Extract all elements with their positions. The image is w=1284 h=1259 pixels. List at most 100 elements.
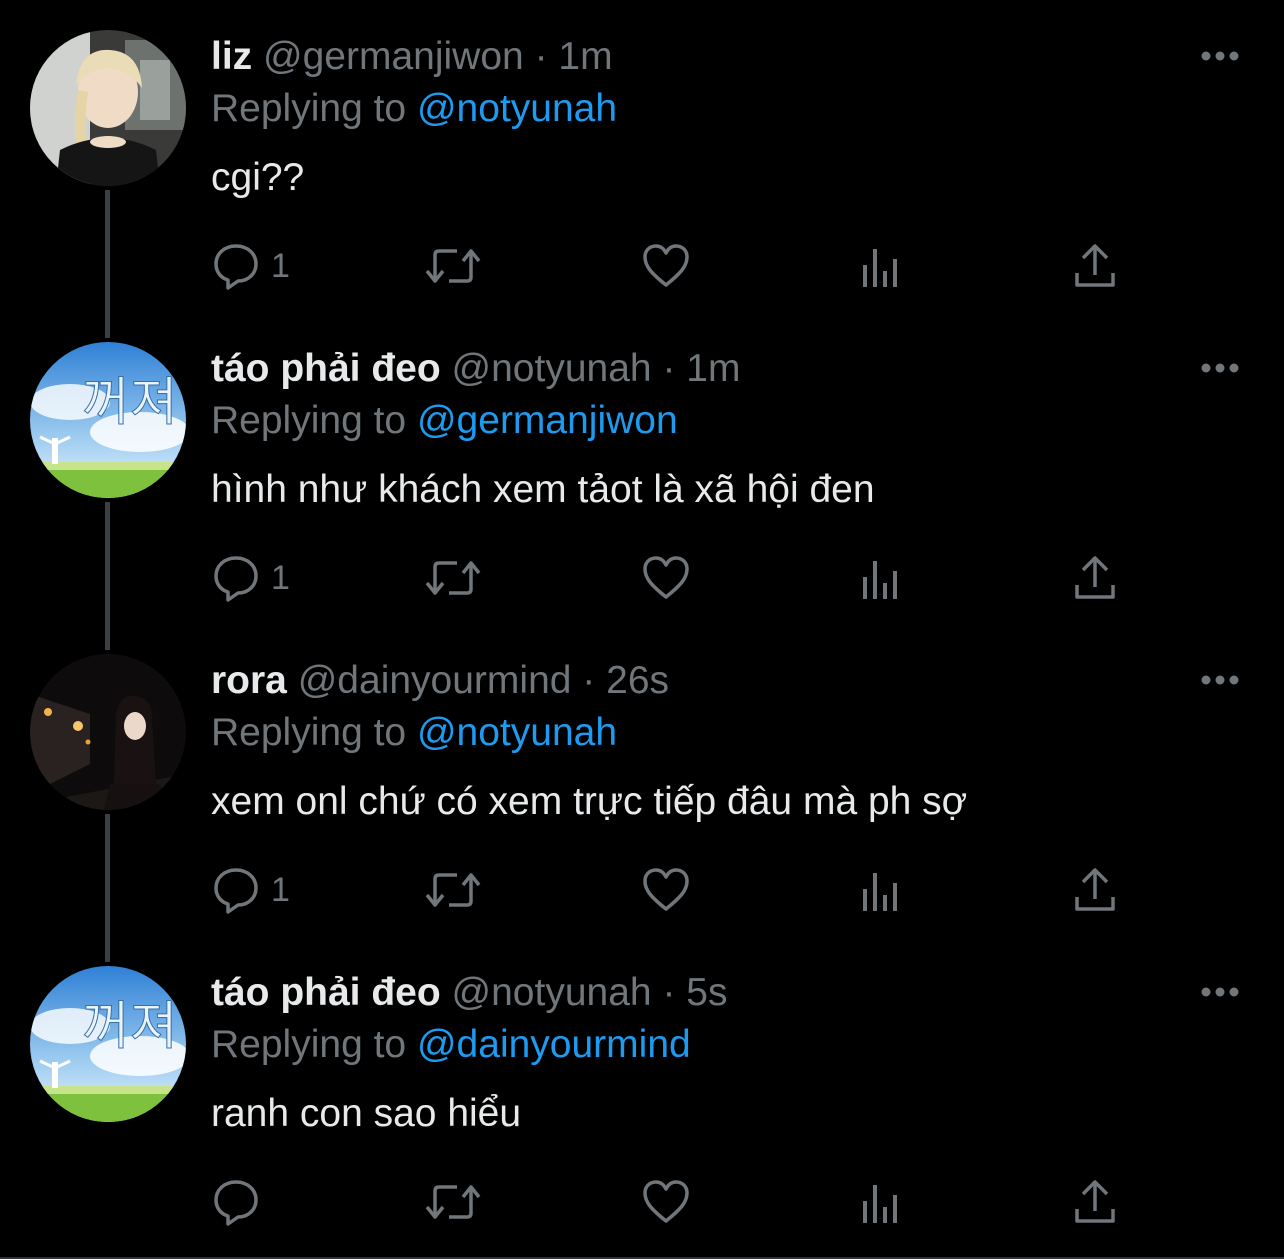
tweet-text: cgi?? (211, 156, 305, 199)
display-name[interactable]: táo phải đeo (211, 347, 441, 390)
replying-prefix: Replying to (211, 399, 407, 442)
avatar[interactable]: 꺼져 (30, 966, 186, 1122)
display-name[interactable]: liz (211, 35, 252, 78)
header-separator: · (662, 971, 676, 1014)
conversation-thread: liz @germanjiwon · 1m Replying to @notyu… (0, 0, 1284, 1259)
tweet-text: hình như khách xem tảot là xã hội đen (211, 468, 875, 511)
user-handle[interactable]: @notyunah (452, 971, 652, 1014)
user-handle[interactable]: @germanjiwon (263, 35, 524, 78)
more-options-icon[interactable] (1196, 40, 1244, 72)
share-button[interactable] (1073, 238, 1117, 294)
share-upload-icon (1075, 1180, 1115, 1223)
avatar[interactable]: 꺼져 (30, 342, 186, 498)
views-button[interactable] (859, 238, 903, 294)
tweet[interactable]: 꺼져 táo phải đeo @notyunah · 1m Replying … (0, 312, 1284, 650)
reply-button[interactable] (211, 1174, 271, 1230)
tweet-header: liz @germanjiwon · 1m (211, 34, 613, 80)
header-separator: · (582, 659, 596, 702)
timestamp[interactable]: 1m (558, 35, 612, 78)
timestamp[interactable]: 1m (686, 347, 740, 390)
like-button[interactable] (641, 862, 691, 918)
avatar[interactable] (30, 30, 186, 186)
tweet-actions: 1 (211, 862, 1131, 922)
retweet-button[interactable] (425, 1174, 481, 1230)
like-button[interactable] (641, 550, 691, 606)
replying-to-mention[interactable]: @dainyourmind (417, 1023, 691, 1066)
replying-to-mention[interactable]: @notyunah (417, 87, 617, 130)
views-button[interactable] (859, 862, 903, 918)
heart-icon (643, 556, 689, 599)
retweet-icon (425, 249, 481, 283)
reply-bubble-icon (214, 1180, 258, 1226)
svg-text:꺼져: 꺼져 (82, 997, 178, 1057)
views-bar-chart-icon (863, 249, 897, 287)
share-button[interactable] (1073, 550, 1117, 606)
more-options-icon[interactable] (1196, 976, 1244, 1008)
reply-button[interactable]: 1 (211, 550, 290, 606)
retweet-icon (425, 1185, 481, 1219)
retweet-button[interactable] (425, 550, 481, 606)
user-photo-avatar: 꺼져 (30, 342, 186, 498)
header-separator: · (662, 347, 676, 390)
tweet-text: xem onl chứ có xem trực tiếp đâu mà ph s… (211, 780, 968, 823)
reply-button[interactable]: 1 (211, 238, 290, 294)
share-upload-icon (1075, 556, 1115, 599)
heart-icon (643, 244, 689, 287)
views-bar-chart-icon (863, 1185, 897, 1223)
like-button[interactable] (641, 1174, 691, 1230)
replying-to-mention[interactable]: @germanjiwon (417, 399, 678, 442)
reply-bubble-icon (214, 868, 258, 914)
display-name[interactable]: táo phải đeo (211, 971, 441, 1014)
reply-count: 1 (271, 870, 290, 909)
tweet-header: táo phải đeo @notyunah · 5s (211, 970, 728, 1016)
retweet-button[interactable] (425, 238, 481, 294)
reply-button[interactable]: 1 (211, 862, 290, 918)
like-button[interactable] (641, 238, 691, 294)
display-name[interactable]: rora (211, 659, 287, 702)
views-bar-chart-icon (863, 873, 897, 911)
tweet-header: rora @dainyourmind · 26s (211, 658, 669, 704)
user-photo-avatar (30, 30, 186, 186)
tweet-text: ranh con sao hiểu (211, 1092, 522, 1135)
user-handle[interactable]: @notyunah (452, 347, 652, 390)
tweet-header: táo phải đeo @notyunah · 1m (211, 346, 740, 392)
share-button[interactable] (1073, 862, 1117, 918)
reply-bubble-icon (214, 556, 258, 602)
tweet-actions (211, 1174, 1131, 1234)
timestamp[interactable]: 26s (606, 659, 669, 702)
retweet-icon (425, 873, 481, 907)
retweet-button[interactable] (425, 862, 481, 918)
retweet-icon (425, 561, 481, 595)
views-bar-chart-icon (863, 561, 897, 599)
views-button[interactable] (859, 550, 903, 606)
replying-prefix: Replying to (211, 1023, 407, 1066)
timestamp[interactable]: 5s (686, 971, 727, 1014)
tweet-actions: 1 (211, 550, 1131, 610)
more-options-icon[interactable] (1196, 352, 1244, 384)
replying-to-line: Replying to @notyunah (211, 710, 617, 756)
replying-to-line: Replying to @germanjiwon (211, 398, 678, 444)
heart-icon (643, 1180, 689, 1223)
tweet[interactable]: 꺼져 táo phải đeo @notyunah · 5s Replying … (0, 936, 1284, 1259)
tweet[interactable]: rora @dainyourmind · 26s Replying to @no… (0, 624, 1284, 962)
user-photo-avatar: 꺼져 (30, 966, 186, 1122)
tweet[interactable]: liz @germanjiwon · 1m Replying to @notyu… (0, 0, 1284, 338)
svg-text:꺼져: 꺼져 (82, 373, 178, 433)
replying-to-line: Replying to @notyunah (211, 86, 617, 132)
replying-to-line: Replying to @dainyourmind (211, 1022, 691, 1068)
share-button[interactable] (1073, 1174, 1117, 1230)
reply-count: 1 (271, 246, 290, 285)
reply-bubble-icon (214, 244, 258, 290)
share-upload-icon (1075, 244, 1115, 287)
avatar[interactable] (30, 654, 186, 810)
views-button[interactable] (859, 1174, 903, 1230)
user-handle[interactable]: @dainyourmind (298, 659, 572, 702)
replying-prefix: Replying to (211, 87, 407, 130)
header-separator: · (534, 35, 548, 78)
reply-count: 1 (271, 558, 290, 597)
user-photo-avatar (30, 654, 186, 810)
share-upload-icon (1075, 868, 1115, 911)
replying-prefix: Replying to (211, 711, 407, 754)
replying-to-mention[interactable]: @notyunah (417, 711, 617, 754)
more-options-icon[interactable] (1196, 664, 1244, 696)
